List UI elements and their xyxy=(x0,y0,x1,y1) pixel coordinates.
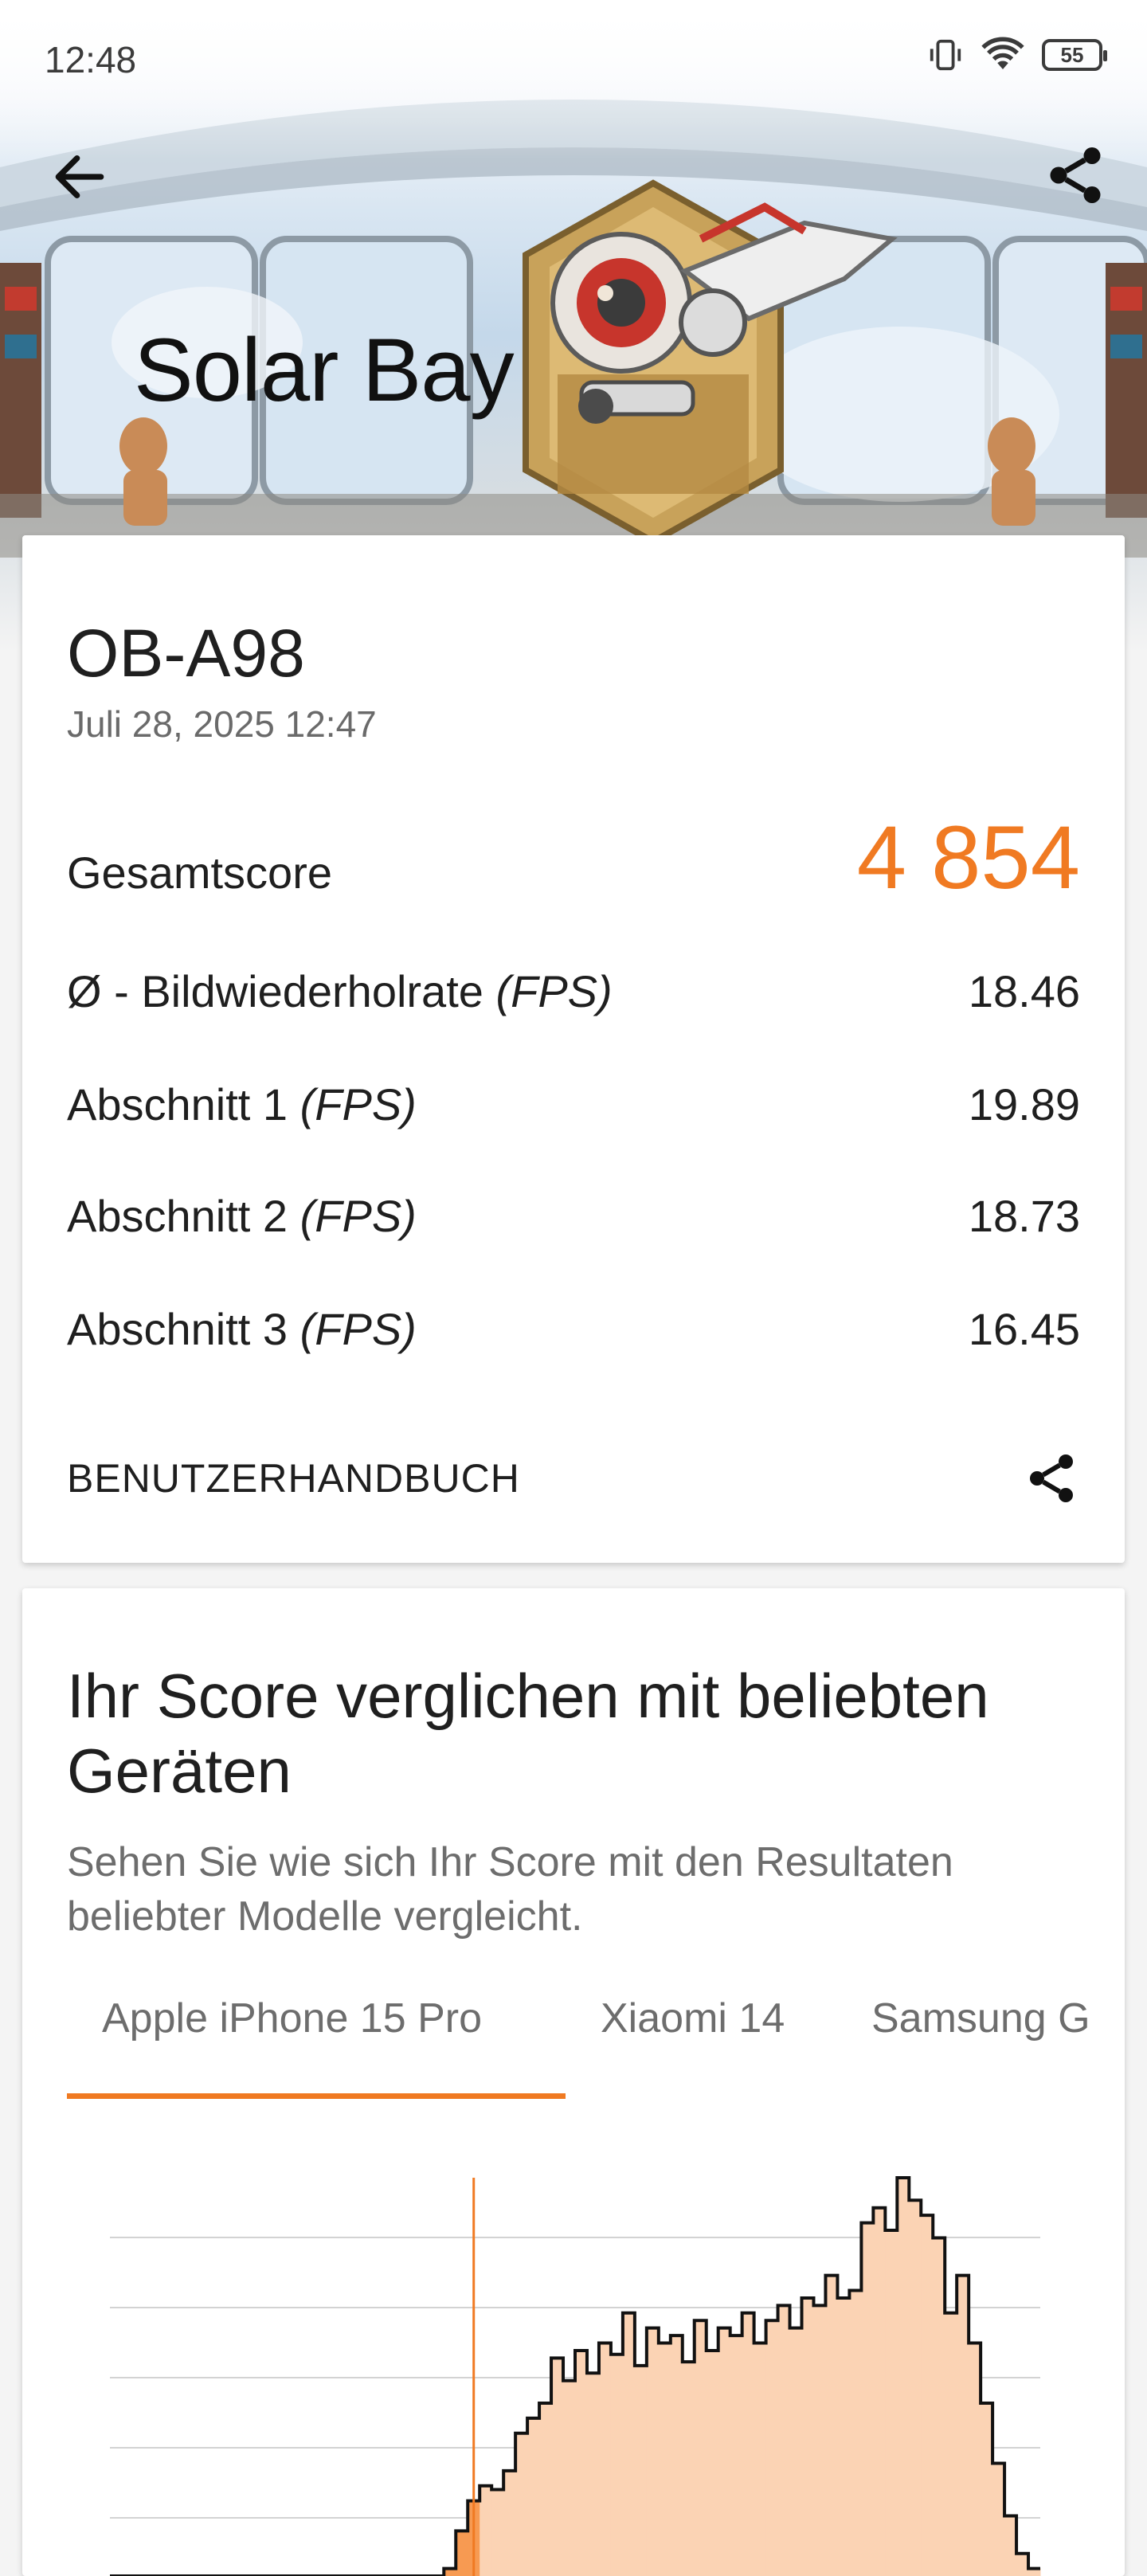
histogram-bar xyxy=(586,2373,600,2576)
metric-row-section-3: Abschnitt 3 (FPS) 16.45 xyxy=(67,1303,1080,1355)
result-card: OB-A98 Juli 28, 2025 12:47 Gesamtscore 4… xyxy=(22,535,1125,1563)
arrow-back-icon[interactable] xyxy=(48,145,112,209)
histogram-bar xyxy=(491,2489,504,2576)
metric-row-section-2: Abschnitt 2 (FPS) 18.73 xyxy=(67,1190,1080,1242)
histogram-bar xyxy=(765,2320,779,2576)
metric-value: 18.73 xyxy=(968,1191,1080,1241)
user-manual-link[interactable]: BENUTZERHANDBUCH xyxy=(67,1450,1080,1507)
status-time: 12:48 xyxy=(45,39,137,80)
histogram-bar xyxy=(945,2312,957,2576)
histogram-bar xyxy=(598,2343,612,2576)
histogram-bar xyxy=(456,2531,468,2576)
histogram-bar xyxy=(789,2327,803,2576)
metric-label: Abschnitt 1 (FPS) xyxy=(67,1079,417,1129)
metric-value: 16.45 xyxy=(968,1304,1080,1354)
share-result-icon[interactable] xyxy=(1023,1450,1080,1507)
histogram-bar xyxy=(551,2358,564,2576)
result-date: Juli 28, 2025 12:47 xyxy=(67,703,377,745)
total-score-label: Gesamtscore xyxy=(67,848,332,898)
histogram-bar xyxy=(610,2354,624,2576)
metric-row-section-1: Abschnitt 1 (FPS) 19.89 xyxy=(67,1079,1080,1130)
status-bar: 12:48 55 xyxy=(0,0,1147,119)
histogram-bar xyxy=(825,2275,838,2576)
compare-title: Ihr Score verglichen mit beliebten Gerät… xyxy=(67,1661,989,1806)
metric-value: 18.46 xyxy=(968,966,1080,1016)
histogram-bar xyxy=(563,2380,576,2576)
battery-icon: 55 xyxy=(1042,39,1107,71)
histogram-bar xyxy=(515,2433,528,2576)
total-score-row: Gesamtscore 4 854 xyxy=(67,806,1080,909)
metric-row-average: Ø - Bildwiederholrate (FPS) 18.46 xyxy=(67,965,1080,1017)
page-title: Solar Bay xyxy=(134,320,515,420)
metric-label: Abschnitt 3 (FPS) xyxy=(67,1304,417,1354)
histogram-bar xyxy=(503,2470,516,2576)
histogram-bar xyxy=(777,2305,791,2576)
metric-value: 19.89 xyxy=(968,1079,1080,1129)
histogram-bar xyxy=(885,2230,898,2576)
histogram-bar xyxy=(754,2343,767,2576)
histogram-bar xyxy=(539,2403,552,2576)
vibrate-icon xyxy=(930,39,961,71)
histogram-bar xyxy=(646,2327,660,2576)
status-icons: 55 xyxy=(927,37,1107,73)
histogram-bar xyxy=(813,2305,826,2576)
histogram-bar xyxy=(634,2365,648,2576)
metric-label: Abschnitt 2 (FPS) xyxy=(67,1191,417,1241)
histogram-bar xyxy=(801,2297,814,2576)
score-distribution-chart xyxy=(110,2176,1041,2576)
tab-apple-iphone-15-pro[interactable]: Apple iPhone 15 Pro xyxy=(102,1995,482,2042)
device-name: OB-A98 xyxy=(67,616,305,691)
wifi-icon xyxy=(981,37,1024,69)
selected-tab-indicator xyxy=(67,2093,566,2099)
histogram-bar xyxy=(873,2207,886,2576)
share-icon[interactable] xyxy=(1042,142,1109,209)
histogram-bar xyxy=(718,2327,731,2576)
histogram-bar xyxy=(897,2178,910,2576)
histogram-bar xyxy=(480,2485,492,2576)
histogram-bar xyxy=(909,2200,922,2576)
device-tabs: Apple iPhone 15 Pro Xiaomi 14 Samsung G xyxy=(67,1995,1102,2066)
histogram-bar xyxy=(670,2335,683,2576)
histogram-bar xyxy=(706,2350,719,2576)
histogram-bar xyxy=(658,2343,671,2576)
metric-label: Ø - Bildwiederholrate (FPS) xyxy=(67,966,613,1016)
histogram-bar xyxy=(682,2362,695,2576)
histogram-bar xyxy=(527,2417,540,2576)
histogram-bar xyxy=(730,2335,743,2576)
compare-subtitle: Sehen Sie wie sich Ihr Score mit den Res… xyxy=(67,1839,953,1940)
histogram-bar xyxy=(849,2290,862,2576)
histogram-bar xyxy=(921,2215,934,2576)
tab-xiaomi-14[interactable]: Xiaomi 14 xyxy=(601,1995,785,2042)
histogram-bar xyxy=(837,2297,850,2576)
histogram-bar xyxy=(575,2350,588,2576)
histogram-bar xyxy=(861,2222,874,2576)
histogram-bar xyxy=(742,2312,755,2576)
tab-samsung[interactable]: Samsung G xyxy=(871,1995,1090,2042)
total-score-value: 4 854 xyxy=(856,808,1080,907)
compare-card: Ihr Score verglichen mit beliebten Gerät… xyxy=(22,1588,1125,2576)
user-manual-label[interactable]: BENUTZERHANDBUCH xyxy=(67,1455,520,1501)
histogram-bar xyxy=(694,2320,707,2576)
